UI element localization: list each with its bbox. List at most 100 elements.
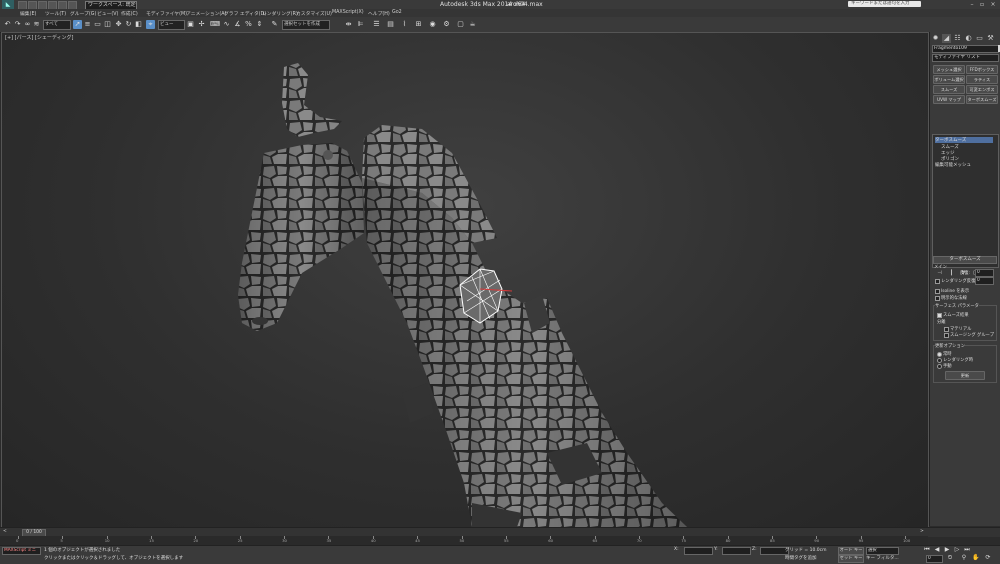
selection-set-dropdown[interactable]: 選択 bbox=[866, 547, 899, 555]
smoothing-groups-checkbox[interactable] bbox=[944, 333, 949, 338]
stack-item[interactable]: ターボスムーズ bbox=[935, 137, 993, 143]
manipulate-icon[interactable]: ✢ bbox=[197, 20, 206, 29]
spinner-snap-icon[interactable]: ⇕ bbox=[255, 20, 264, 29]
hierarchy-tab-icon[interactable]: ☷ bbox=[953, 34, 962, 43]
mod-button[interactable]: 可変エンボス bbox=[966, 85, 998, 94]
select-move-icon[interactable]: ✥ bbox=[114, 20, 123, 29]
menu-views[interactable]: ビュー(V) bbox=[97, 10, 118, 17]
menu-group[interactable]: グループ(G) bbox=[70, 10, 96, 17]
graphite-icon[interactable]: ▤ bbox=[386, 20, 395, 29]
mod-button[interactable]: ボリューム選択 bbox=[933, 75, 965, 84]
menu-rendering[interactable]: レンダリング(R) bbox=[262, 10, 298, 17]
maxscript-listener[interactable]: MAXScript ミニ bbox=[2, 547, 41, 555]
menu-modifiers[interactable]: モディファイヤ(M) bbox=[146, 10, 187, 17]
keyboard-shortcut-icon[interactable]: ⌨ bbox=[210, 20, 220, 29]
update-render-radio[interactable] bbox=[937, 358, 942, 363]
prev-frame-icon[interactable]: ◀ bbox=[933, 546, 941, 554]
display-tab-icon[interactable]: ▭ bbox=[975, 34, 984, 43]
mirror-icon[interactable]: ⇹ bbox=[344, 20, 353, 29]
current-frame-field[interactable]: 0 bbox=[926, 555, 943, 563]
pivot-icon[interactable]: ▣ bbox=[186, 20, 195, 29]
utilities-tab-icon[interactable]: ⚒ bbox=[986, 34, 995, 43]
turbosmooth-rollout-header[interactable]: ターボスムーズ bbox=[933, 256, 997, 264]
render-icon[interactable]: ☕ bbox=[468, 20, 477, 29]
select-object-icon[interactable]: ➚ bbox=[73, 20, 82, 29]
layers-icon[interactable]: ☰ bbox=[372, 20, 381, 29]
mod-button[interactable]: スムーズ bbox=[933, 85, 965, 94]
pin-stack-icon[interactable]: ⊣ bbox=[936, 270, 943, 276]
key-filters-button[interactable]: キー フィルタ... bbox=[866, 555, 899, 561]
track-bar[interactable]: 0 5 10 15 20 25 30 35 40 45 50 55 60 65 70 75 80 85 90 95 10… bbox=[0, 536, 928, 545]
motion-tab-icon[interactable]: ◐ bbox=[964, 34, 973, 43]
mod-button[interactable]: ラティス bbox=[966, 75, 998, 84]
help-search-input[interactable]: キーワードまたは語句を入力 bbox=[848, 1, 921, 7]
stack-item[interactable]: 編集可能メッシュ bbox=[935, 162, 971, 168]
select-scale-icon[interactable]: ◧ bbox=[134, 20, 143, 29]
curve-editor-icon[interactable]: ⌇ bbox=[400, 20, 409, 29]
update-always-radio[interactable] bbox=[937, 352, 942, 357]
select-rotate-icon[interactable]: ↻ bbox=[124, 20, 133, 29]
bind-spacewarp-icon[interactable]: ≋ bbox=[32, 20, 41, 29]
pan-icon[interactable]: ✋ bbox=[972, 554, 980, 562]
menu-create[interactable]: 作成(C) bbox=[121, 10, 138, 17]
play-icon[interactable]: ▶ bbox=[943, 546, 951, 554]
percent-snap-icon[interactable]: % bbox=[244, 20, 253, 29]
slider-next-icon[interactable]: > bbox=[920, 529, 924, 534]
menu-animation[interactable]: アニメーション(A) bbox=[186, 10, 226, 17]
maximize-icon[interactable]: ▫ bbox=[978, 1, 986, 8]
schematic-icon[interactable]: ⊞ bbox=[414, 20, 423, 29]
mod-button[interactable]: UVW マップ bbox=[933, 95, 965, 104]
mod-button[interactable]: FFDボックス bbox=[966, 65, 998, 74]
update-button[interactable]: 更新 bbox=[945, 371, 985, 380]
giraffe-model[interactable] bbox=[2, 33, 928, 527]
angle-snap-icon[interactable]: ∡ bbox=[233, 20, 242, 29]
object-name-field[interactable]: Fragmento109 bbox=[932, 45, 999, 53]
mod-button[interactable]: メッシュ選択 bbox=[933, 65, 965, 74]
render-iters-spinner[interactable]: 0 bbox=[975, 277, 994, 285]
materials-checkbox[interactable] bbox=[944, 327, 949, 332]
rect-region-icon[interactable]: ▭ bbox=[93, 20, 102, 29]
goto-start-icon[interactable]: ⏮ bbox=[923, 546, 931, 554]
minimize-icon[interactable]: – bbox=[968, 1, 976, 8]
rendered-frame-icon[interactable]: ▢ bbox=[456, 20, 465, 29]
set-key-button[interactable]: セット キー bbox=[838, 555, 864, 563]
render-iters-checkbox[interactable] bbox=[935, 279, 940, 284]
modifier-stack[interactable]: ターボスムーズ スムーズ エッジ ポリゴン 編集可能メッシュ bbox=[932, 134, 999, 268]
menu-graph-editors[interactable]: グラフ エディタ(D) bbox=[224, 10, 266, 17]
iterations-spinner[interactable]: 0 bbox=[975, 269, 994, 277]
next-frame-icon[interactable]: ▷ bbox=[953, 546, 961, 554]
select-place-icon[interactable]: ⌖ bbox=[146, 20, 155, 29]
modify-tab-icon[interactable]: ◢ bbox=[942, 34, 951, 43]
x-coord-field[interactable] bbox=[684, 547, 713, 555]
render-setup-icon[interactable]: ⚙ bbox=[442, 20, 451, 29]
link-icon[interactable]: ∞ bbox=[23, 20, 32, 29]
smooth-result-checkbox[interactable] bbox=[937, 313, 942, 318]
show-end-result-icon[interactable]: ┃ bbox=[948, 270, 955, 276]
select-by-name-icon[interactable]: ≡ bbox=[83, 20, 92, 29]
named-selection-dropdown[interactable]: 選択セットを作成 bbox=[282, 20, 330, 30]
menu-help[interactable]: ヘルプ(H) bbox=[368, 10, 390, 17]
modifier-list-dropdown[interactable]: モディファイヤ リスト bbox=[932, 54, 999, 62]
edit-named-sel-icon[interactable]: ✎ bbox=[270, 20, 279, 29]
menu-tools[interactable]: ツール(T) bbox=[45, 10, 66, 17]
goto-end-icon[interactable]: ⏭ bbox=[963, 546, 971, 554]
create-tab-icon[interactable]: ✹ bbox=[931, 34, 940, 43]
material-editor-icon[interactable]: ◉ bbox=[428, 20, 437, 29]
time-config-icon[interactable]: ⏲ bbox=[946, 554, 954, 562]
mod-button[interactable]: ターボスムーズ bbox=[966, 95, 998, 104]
align-icon[interactable]: ⊫ bbox=[356, 20, 365, 29]
close-icon[interactable]: × bbox=[989, 1, 997, 8]
snap-icon[interactable]: ∿ bbox=[222, 20, 231, 29]
orbit-icon[interactable]: ⟳ bbox=[984, 554, 992, 562]
coord-system-dropdown[interactable]: ビュー bbox=[158, 20, 185, 30]
menu-maxscript[interactable]: MAXScript(X) bbox=[332, 10, 364, 15]
redo-icon[interactable]: ↷ bbox=[13, 20, 22, 29]
undo-icon[interactable]: ↶ bbox=[3, 20, 12, 29]
slider-prev-icon[interactable]: < bbox=[3, 529, 7, 534]
menu-edit[interactable]: 編集(E) bbox=[20, 10, 36, 17]
menu-customize[interactable]: カスタマイズ(U) bbox=[296, 10, 332, 17]
selection-filter-dropdown[interactable]: すべて bbox=[43, 20, 71, 30]
perspective-viewport[interactable]: [+] [パース] [シェーディング] bbox=[1, 32, 929, 528]
isoline-checkbox[interactable] bbox=[935, 289, 940, 294]
zoom-icon[interactable]: ⚲ bbox=[960, 554, 968, 562]
